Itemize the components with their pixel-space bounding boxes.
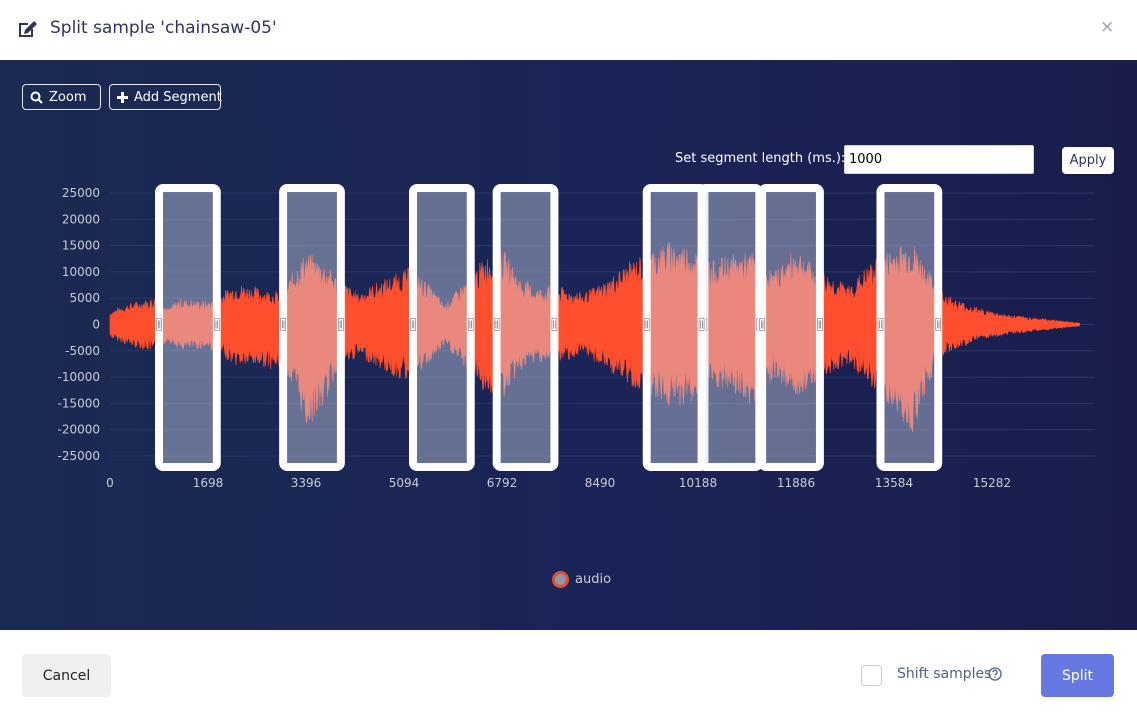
segment-length-input[interactable] <box>844 145 1034 174</box>
y-tick-label: 10000 <box>62 265 100 279</box>
y-tick-label: 0 <box>92 318 100 332</box>
shift-samples-label: Shift samples <box>897 666 992 682</box>
x-tick-label: 13584 <box>875 476 913 490</box>
y-tick-label: -15000 <box>57 396 100 410</box>
y-tick-label: -5000 <box>65 344 100 358</box>
y-tick-label: -20000 <box>57 423 100 437</box>
x-tick-label: 8490 <box>585 476 616 490</box>
plus-icon <box>117 91 128 103</box>
segment-fill <box>417 192 467 463</box>
add-segment-button[interactable]: Add Segment <box>109 84 222 110</box>
close-icon[interactable]: × <box>1100 17 1114 37</box>
x-tick-label: 1698 <box>193 476 224 490</box>
search-icon <box>30 91 43 104</box>
apply-button[interactable]: Apply <box>1062 147 1114 174</box>
edit-icon <box>19 21 37 37</box>
help-icon[interactable] <box>988 667 1002 681</box>
cancel-button[interactable]: Cancel <box>22 654 111 697</box>
segment-fill <box>287 192 337 463</box>
segment-fill <box>884 192 935 463</box>
shift-samples-checkbox[interactable] <box>861 665 882 686</box>
segment-handle[interactable] <box>877 318 884 331</box>
x-tick-label: 0 <box>106 476 114 490</box>
dialog-footer: Cancel Shift samples Split <box>0 630 1137 719</box>
segment-handle[interactable] <box>643 318 650 331</box>
y-tick-label: 15000 <box>62 239 100 253</box>
x-tick-label: 11886 <box>777 476 815 490</box>
segment-handle[interactable] <box>551 318 558 331</box>
segment-handle[interactable] <box>493 318 500 331</box>
y-tick-label: 20000 <box>62 212 100 226</box>
y-tick-label: -10000 <box>57 370 100 384</box>
segment-handle[interactable] <box>935 318 942 331</box>
dialog-title: Split sample 'chainsaw-05' <box>50 18 277 38</box>
segment-handle[interactable] <box>156 318 162 331</box>
add-segment-label: Add Segment <box>134 89 222 105</box>
segment-length-label: Set segment length (ms.): <box>675 151 846 166</box>
segment-fill <box>650 192 701 463</box>
legend-marker-icon <box>552 571 569 588</box>
segment-handle[interactable] <box>213 318 220 331</box>
legend-label: audio <box>575 572 612 587</box>
x-tick-label: 15282 <box>973 476 1011 490</box>
dialog-header: Split sample 'chainsaw-05' × <box>0 0 1137 60</box>
segment-fill <box>705 192 756 463</box>
chart-legend[interactable]: audio <box>552 571 611 588</box>
x-tick-label: 10188 <box>679 476 717 490</box>
segment-handle[interactable] <box>759 318 765 331</box>
segment-handle[interactable] <box>280 318 286 331</box>
x-tick-label: 3396 <box>291 476 322 490</box>
y-tick-label: 5000 <box>69 291 100 305</box>
segment-fill <box>766 192 816 463</box>
split-button[interactable]: Split <box>1041 654 1114 697</box>
segment-fill <box>500 192 551 463</box>
waveform-panel: 25000 20000 15000 10000 5000 0 -5000 -10000 -150… <box>0 60 1137 630</box>
segment-handle[interactable] <box>467 318 474 331</box>
x-tick-label: 5094 <box>389 476 420 490</box>
segment-handle[interactable] <box>817 318 823 331</box>
segment-handle[interactable] <box>410 318 416 331</box>
x-tick-label: 6792 <box>487 476 518 490</box>
y-tick-label: -25000 <box>57 449 100 463</box>
segment-handle[interactable] <box>698 318 705 331</box>
zoom-label: Zoom <box>49 89 87 105</box>
segment-handle[interactable] <box>338 318 344 331</box>
zoom-button[interactable]: Zoom <box>22 84 101 110</box>
y-tick-label: 25000 <box>62 186 100 200</box>
segment-fill <box>163 192 213 463</box>
